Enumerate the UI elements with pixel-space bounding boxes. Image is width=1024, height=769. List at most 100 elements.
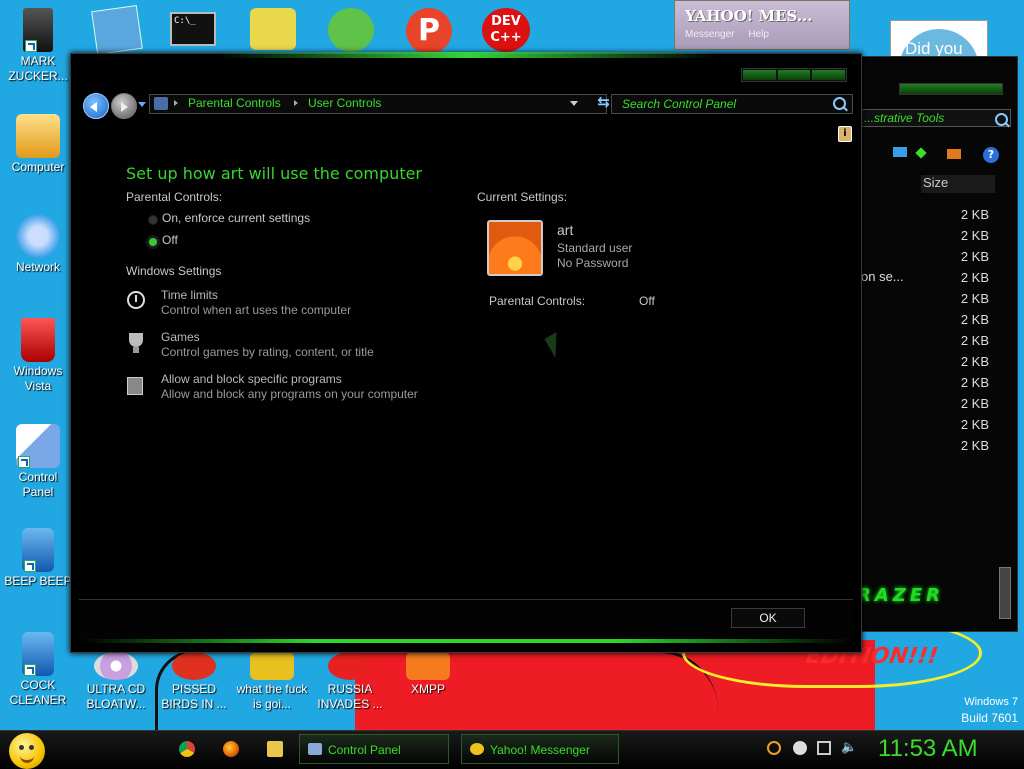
- minimize-button[interactable]: [743, 70, 776, 80]
- caption-buttons[interactable]: [741, 68, 847, 82]
- recent-pages-dropdown[interactable]: [138, 102, 146, 111]
- razer-logo: RAZER: [857, 585, 944, 606]
- recycle-bin-icon: [21, 318, 55, 362]
- menu-help[interactable]: Help: [748, 29, 769, 40]
- chrome-icon[interactable]: [179, 741, 195, 757]
- desktop-icon-beep[interactable]: BEEP BEEP: [2, 528, 74, 589]
- parental-controls-label: Parental Controls:: [126, 190, 223, 204]
- radio-off[interactable]: [148, 237, 158, 247]
- desktop-icon-russia[interactable]: RUSSIA INVADES ...: [314, 652, 386, 712]
- yahoo-messenger-window[interactable]: YAHOO! MES... Messenger Help: [674, 0, 850, 50]
- desktop-icon-label: Windows Vista: [13, 364, 63, 393]
- user-password-status: No Password: [557, 256, 629, 270]
- taskbar-yahoo-messenger[interactable]: Yahoo! Messenger: [461, 734, 619, 764]
- desktop-icon-recycle[interactable]: Windows Vista: [2, 318, 74, 394]
- desktop-icon-ultra-cd[interactable]: ULTRA CD BLOATW...: [80, 652, 152, 712]
- pc-status-label: Parental Controls:: [489, 294, 586, 308]
- back-button[interactable]: [83, 93, 109, 119]
- sparkle-icon[interactable]: [915, 147, 927, 159]
- search-input[interactable]: [612, 95, 822, 113]
- file-size: 2 KB: [960, 270, 989, 285]
- file-icon: [22, 632, 54, 676]
- help-icon[interactable]: i: [838, 126, 852, 142]
- mouse-cursor: [544, 331, 568, 359]
- desktop-icon-label: BEEP BEEP: [4, 574, 72, 588]
- current-settings-label: Current Settings:: [477, 190, 568, 204]
- parental-controls-window[interactable]: Parental Controls User Controls ⇆ i Set …: [70, 52, 862, 653]
- desktop-icon-label: Computer: [11, 160, 65, 174]
- caption-buttons[interactable]: [899, 83, 1003, 95]
- search-icon[interactable]: [767, 741, 781, 755]
- background-explorer-window[interactable]: ...strative Tools ? Size on se... 2 KB 2…: [836, 56, 1018, 632]
- clock[interactable]: 11:53 AM: [878, 735, 978, 763]
- program-icon: [127, 377, 143, 395]
- allow-block-programs-link[interactable]: Allow and block specific programs Allow …: [161, 372, 418, 402]
- search-icon[interactable]: [833, 97, 846, 110]
- size-column-header[interactable]: Size: [921, 175, 995, 193]
- time-limits-link[interactable]: Time limits Control when art uses the co…: [161, 288, 351, 318]
- breadcrumb-separator[interactable]: [294, 100, 301, 106]
- desktop-icon-label: what the fuck is goi...: [236, 682, 308, 711]
- file-size: 2 KB: [960, 228, 989, 243]
- ok-button[interactable]: OK: [731, 608, 805, 628]
- menu-messenger[interactable]: Messenger: [685, 29, 734, 40]
- desktop-icon-pissed-birds[interactable]: PISSED BIRDS IN ...: [158, 652, 230, 712]
- desktop-icon-what[interactable]: what the fuck is goi...: [236, 652, 308, 712]
- games-link[interactable]: Games Control games by rating, content, …: [161, 330, 374, 360]
- desktop-icon-computer[interactable]: Computer: [2, 114, 74, 175]
- breadcrumb-parental-controls[interactable]: Parental Controls: [188, 96, 281, 110]
- start-button[interactable]: [9, 733, 45, 769]
- back-address-bar[interactable]: ...strative Tools: [843, 109, 1011, 127]
- radio-on[interactable]: [148, 215, 158, 225]
- user-type: Standard user: [557, 241, 633, 255]
- search-icon[interactable]: [995, 113, 1008, 126]
- file-name-partial: on se...: [861, 269, 904, 284]
- breadcrumb-user-controls[interactable]: User Controls: [308, 96, 381, 110]
- p-icon[interactable]: P: [406, 8, 452, 54]
- forward-button[interactable]: [111, 93, 137, 119]
- desktop-icon-mark[interactable]: MARK ZUCKER...: [2, 8, 74, 84]
- explorer-icon[interactable]: [267, 741, 283, 757]
- firefox-icon[interactable]: [223, 741, 239, 757]
- address-bar[interactable]: Parental Controls User Controls ⇆: [149, 93, 610, 114]
- network-icon[interactable]: [817, 741, 831, 755]
- file-icon: [328, 652, 372, 680]
- maximize-button[interactable]: [777, 70, 811, 80]
- folder-icon[interactable]: [250, 8, 296, 50]
- game-icon: [250, 652, 294, 680]
- desktop-icon-label: Network: [15, 260, 60, 274]
- page-title: Set up how art will use the computer: [126, 164, 423, 183]
- desktop-icon-cock-cleaner[interactable]: COCK CLEANER: [2, 632, 74, 708]
- windows-settings-label: Windows Settings: [126, 264, 222, 278]
- refresh-icon[interactable]: ⇆: [597, 93, 610, 111]
- desktop-icon-label: XMPP: [410, 682, 445, 696]
- address-dropdown-icon[interactable]: [570, 101, 578, 110]
- game-icon[interactable]: [328, 8, 374, 52]
- shortcut-arrow-icon: [24, 664, 36, 676]
- close-button[interactable]: [812, 70, 846, 80]
- option-on-label[interactable]: On, enforce current settings: [162, 211, 310, 225]
- desktop-icon-xmpp[interactable]: XMPP: [392, 652, 464, 697]
- computer-icon: [16, 114, 60, 158]
- desktop-icon-label: RUSSIA INVADES ...: [317, 682, 383, 711]
- control-panel-icon: [308, 743, 322, 755]
- volume-icon[interactable]: 🔈: [841, 741, 857, 755]
- scrollbar-thumb[interactable]: [999, 567, 1011, 619]
- help-icon[interactable]: ?: [983, 147, 999, 163]
- breadcrumb-separator[interactable]: [174, 100, 181, 106]
- pc-status-value: Off: [639, 294, 655, 308]
- desktop-icon-control-panel[interactable]: Control Panel: [2, 424, 74, 500]
- view-icon[interactable]: [893, 147, 907, 157]
- search-box[interactable]: [611, 94, 853, 114]
- taskbar-control-panel[interactable]: Control Panel: [299, 734, 449, 764]
- option-off-label[interactable]: Off: [162, 233, 178, 247]
- file-size: 2 KB: [960, 249, 989, 264]
- devcpp-icon[interactable]: DEV C++: [482, 8, 530, 52]
- xampp-icon: [406, 652, 450, 680]
- minus-icon[interactable]: [793, 741, 807, 755]
- desktop-icon-network[interactable]: Network: [2, 214, 74, 275]
- folder-icon[interactable]: [947, 149, 961, 159]
- cmd-icon[interactable]: C:\_: [170, 12, 216, 46]
- notepad-icon[interactable]: [91, 5, 143, 55]
- file-size: 2 KB: [960, 417, 989, 432]
